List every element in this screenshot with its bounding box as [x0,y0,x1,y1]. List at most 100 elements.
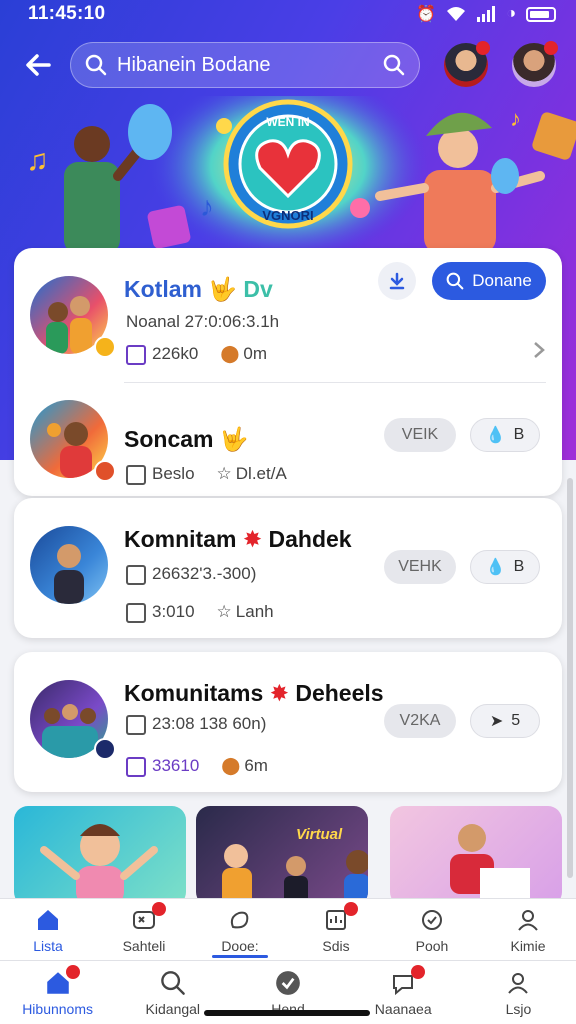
duration-stat: ⬤ 6m [221,756,268,776]
home-icon [34,906,62,934]
tab-sahteli[interactable]: Sahteli [96,899,192,960]
community-card[interactable]: Komnitam ✸ Dahdek 26632'3.-300) 3:010 ☆ L… [14,498,562,638]
thumbnail-card[interactable] [14,806,186,900]
status-icons: ⏰ ◑ [416,4,556,24]
home-icon [44,964,80,997]
calendar-icon [126,714,146,735]
community-subtitle: 23:08 138 60n) [126,714,266,735]
community-meta: 33610 ⬤ 6m [126,756,268,777]
chevron-right-icon[interactable] [532,340,546,360]
tab-pooh[interactable]: Pooh [384,899,480,960]
home-indicator[interactable] [204,1010,370,1016]
svg-text:♪: ♪ [510,106,521,131]
community-title[interactable]: Soncam 🤟 [124,426,249,453]
community-meta: 3:010 ☆ Lanh [126,602,274,623]
game-icon [130,901,166,934]
members-stat: 226k0 [126,344,198,365]
tab-label: Pooh [415,937,449,954]
hero-banner: WEN IN VGNORI ♫ ♪ ♪ [0,96,576,254]
banner-sign-bottom: VGNORI [262,208,313,223]
person-icon [504,969,532,997]
tab-lista[interactable]: Lista [0,899,96,960]
community-title[interactable]: Kotlam 🤟 Dv [124,276,273,303]
community-name: Komunitams [124,680,264,706]
share-pill[interactable]: 💧 B [470,550,540,584]
community-emoji: 🤟 Dv [208,276,273,302]
list-item[interactable]: Soncam 🤟 Beslo ☆ Dl.et/A VEIK 💧 B [14,384,562,496]
donate-button[interactable]: Donane [432,262,546,300]
favorites-value: Lanh [235,602,274,622]
thumbnail-card[interactable] [390,806,562,900]
svg-text:♫: ♫ [26,144,49,177]
tab-label: Dooe: [221,937,259,954]
avatar[interactable] [30,526,108,604]
members-stat: 3:010 [126,602,195,623]
check-circle-icon [274,969,302,997]
share-pill[interactable]: 💧 B [470,418,540,452]
chart-icon [322,901,358,934]
thumbnail-card[interactable]: Virtual [196,806,368,900]
notification-badge [152,901,166,916]
tag-icon: ⬤ [221,756,241,776]
download-button[interactable] [378,262,416,300]
list-item[interactable]: Kotlam 🤟 Dv Noanal 27:0:06:3.1h 226k0 ⬤ 0… [14,248,562,378]
tab-dooe[interactable]: Dooe: [192,899,288,960]
calendar-icon [126,564,146,585]
tab-label: Kimie [510,937,546,954]
community-meta: 226k0 ⬤ 0m [126,344,267,365]
donate-button-label: Donane [472,271,532,290]
search-icon [446,272,464,290]
members-count: Beslo [152,464,195,483]
status-badge [94,738,116,760]
data-saver-icon: ◑ [506,5,516,22]
tab-kimie[interactable]: Kimie [480,899,576,960]
back-arrow-icon [26,54,51,76]
back-button[interactable] [18,45,58,85]
nav-label: Kidangal [145,1000,201,1017]
secondary-tab-bar: Lista Sahteli Dooe: Sdis Pooh Kimie [0,898,576,960]
status-time: 11:45:10 [28,3,106,24]
share-pill[interactable]: ➤ 5 [470,704,540,738]
notification-badge [344,901,358,916]
favorites-stat: ☆ Dl.et/A [217,464,287,484]
community-subtitle: 26632'3.-300) [126,564,256,585]
favorites-value: Dl.et/A [235,464,287,484]
nav-label: Hibunnoms [22,1000,94,1017]
banner-sign-top: WEN IN [266,115,309,129]
star-icon: ☆ [216,602,232,622]
search-submit-icon[interactable] [383,54,405,76]
star-icon: ☆ [216,464,232,484]
thumbnail-strip: Virtual [14,806,576,900]
community-tag: Deheels [295,680,384,706]
members-count: 33610 [152,756,200,775]
notification-badge [476,41,490,55]
clock-icon [418,906,446,934]
search-icon [159,969,187,997]
community-title[interactable]: Komnitam ✸ Dahdek [124,526,352,553]
nav-label: Naanaea [374,1000,432,1017]
community-card[interactable]: Komunitams ✸ Deheels 23:08 138 60n) 3361… [14,652,562,792]
share-pill-label: B [513,558,525,575]
join-pill[interactable]: VEIK [384,418,456,452]
notification-badge [65,964,80,979]
svg-text:♪: ♪ [200,191,214,222]
row-divider [124,382,546,383]
favorites-stat: ☆ Lanh [217,602,274,622]
drop-icon: 💧 [485,559,506,576]
community-title[interactable]: Komunitams ✸ Deheels [124,680,384,707]
tab-sdis[interactable]: Sdis [288,899,384,960]
search-bar[interactable]: Hibanein Bodane [70,42,420,88]
nav-profile[interactable]: Lsjo [461,961,576,1024]
members-icon [126,344,146,365]
hero-illustration: WEN IN VGNORI ♫ ♪ ♪ [26,96,576,254]
download-icon [389,272,405,290]
join-pill[interactable]: VEHK [384,550,456,584]
sparkle-icon: ✸ [269,680,289,706]
wifi-icon [447,7,466,21]
avatar-contact-1[interactable] [444,41,490,87]
nav-home[interactable]: Hibunnoms [0,961,115,1024]
community-name: Kotlam [124,276,202,302]
join-pill[interactable]: V2KA [384,704,456,738]
avatar-profile[interactable] [512,41,558,87]
duration-value: 0m [243,344,267,364]
